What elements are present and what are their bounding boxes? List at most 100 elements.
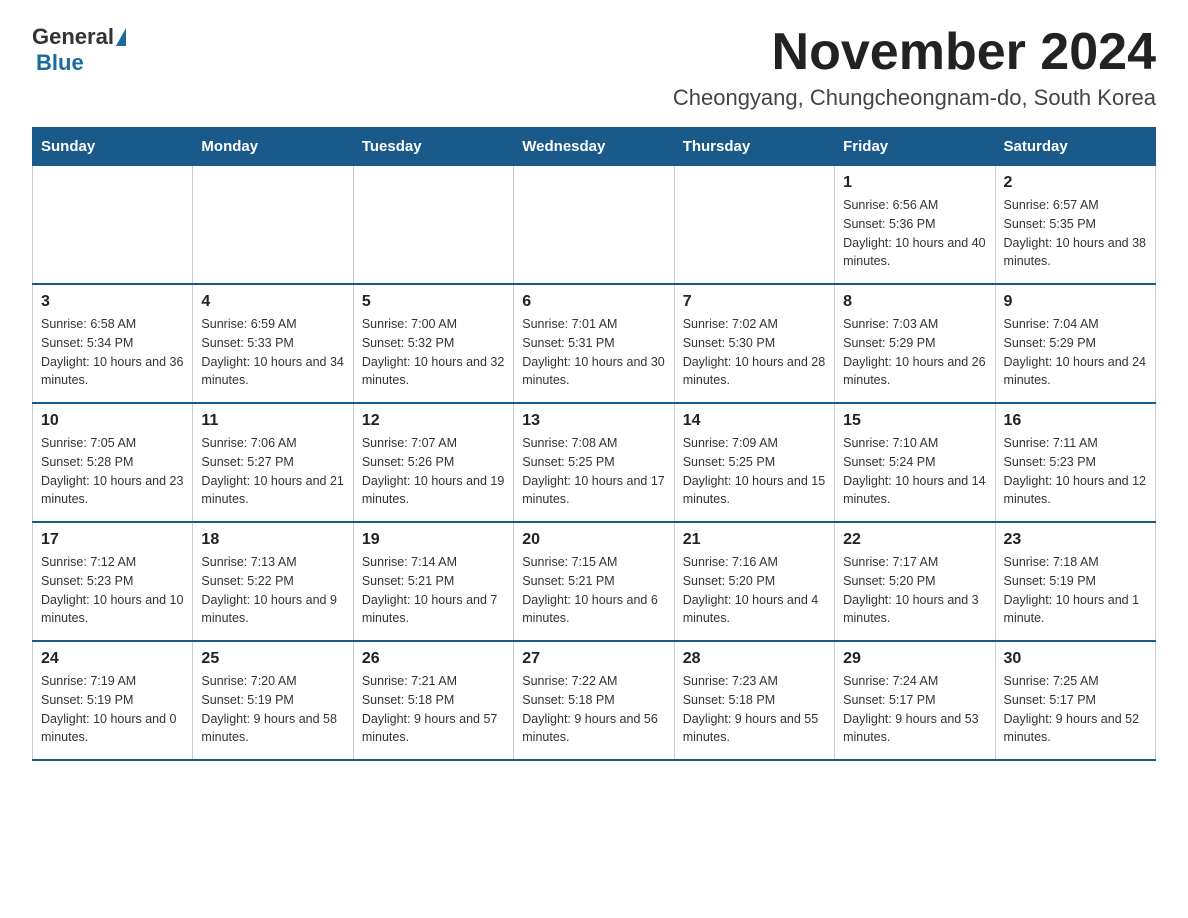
day-number: 20 xyxy=(522,531,665,549)
calendar-cell: 26 Sunrise: 7:21 AM Sunset: 5:18 PM Dayli… xyxy=(353,641,513,760)
day-number: 27 xyxy=(522,650,665,668)
day-info: Sunrise: 7:12 AM Sunset: 5:23 PM Dayligh… xyxy=(41,553,184,628)
day-info: Sunrise: 7:13 AM Sunset: 5:22 PM Dayligh… xyxy=(201,553,344,628)
calendar-cell: 22Sunrise: 7:17 AM Sunset: 5:20 PM Dayli… xyxy=(835,522,995,641)
day-number: 28 xyxy=(683,650,826,668)
day-number: 21 xyxy=(683,531,826,549)
calendar-cell: 24 Sunrise: 7:19 AM Sunset: 5:19 PM Dayli… xyxy=(33,641,193,760)
day-info: Sunrise: 7:19 AM Sunset: 5:19 PM Dayligh… xyxy=(41,672,184,747)
header-thursday: Thursday xyxy=(674,128,834,166)
calendar-cell: 17 Sunrise: 7:12 AM Sunset: 5:23 PM Dayli… xyxy=(33,522,193,641)
day-info: Sunrise: 6:59 AM Sunset: 5:33 PM Dayligh… xyxy=(201,315,344,390)
calendar-cell: 7Sunrise: 7:02 AM Sunset: 5:30 PM Daylig… xyxy=(674,284,834,403)
calendar-header-row: SundayMondayTuesdayWednesdayThursdayFrid… xyxy=(33,128,1156,166)
day-number: 26 xyxy=(362,650,505,668)
day-info: Sunrise: 7:18 AM Sunset: 5:19 PM Dayligh… xyxy=(1004,553,1147,628)
day-number: 3 xyxy=(41,293,184,311)
day-number: 13 xyxy=(522,412,665,430)
calendar-cell: 27 Sunrise: 7:22 AM Sunset: 5:18 PM Dayli… xyxy=(514,641,674,760)
calendar-cell: 10 Sunrise: 7:05 AM Sunset: 5:28 PM Dayli… xyxy=(33,403,193,522)
day-number: 2 xyxy=(1004,174,1147,192)
calendar-cell xyxy=(674,166,834,285)
calendar: SundayMondayTuesdayWednesdayThursdayFrid… xyxy=(32,127,1156,761)
calendar-cell xyxy=(33,166,193,285)
calendar-week-4: 17 Sunrise: 7:12 AM Sunset: 5:23 PM Dayli… xyxy=(33,522,1156,641)
calendar-cell: 23 Sunrise: 7:18 AM Sunset: 5:19 PM Dayli… xyxy=(995,522,1155,641)
calendar-cell: 30 Sunrise: 7:25 AM Sunset: 5:17 PM Dayli… xyxy=(995,641,1155,760)
calendar-cell: 28 Sunrise: 7:23 AM Sunset: 5:18 PM Dayli… xyxy=(674,641,834,760)
calendar-cell: 11 Sunrise: 7:06 AM Sunset: 5:27 PM Dayli… xyxy=(193,403,353,522)
calendar-cell: 21 Sunrise: 7:16 AM Sunset: 5:20 PM Dayli… xyxy=(674,522,834,641)
day-info: Sunrise: 7:23 AM Sunset: 5:18 PM Dayligh… xyxy=(683,672,826,747)
calendar-week-1: 1Sunrise: 6:56 AM Sunset: 5:36 PM Daylig… xyxy=(33,166,1156,285)
calendar-header: SundayMondayTuesdayWednesdayThursdayFrid… xyxy=(33,128,1156,166)
calendar-cell: 1Sunrise: 6:56 AM Sunset: 5:36 PM Daylig… xyxy=(835,166,995,285)
calendar-week-2: 3 Sunrise: 6:58 AM Sunset: 5:34 PM Daylig… xyxy=(33,284,1156,403)
day-number: 30 xyxy=(1004,650,1147,668)
day-number: 15 xyxy=(843,412,986,430)
day-number: 7 xyxy=(683,293,826,311)
day-number: 10 xyxy=(41,412,184,430)
day-info: Sunrise: 7:15 AM Sunset: 5:21 PM Dayligh… xyxy=(522,553,665,628)
day-info: Sunrise: 7:07 AM Sunset: 5:26 PM Dayligh… xyxy=(362,434,505,509)
header-friday: Friday xyxy=(835,128,995,166)
day-number: 1 xyxy=(843,174,986,192)
day-info: Sunrise: 7:14 AM Sunset: 5:21 PM Dayligh… xyxy=(362,553,505,628)
day-number: 6 xyxy=(522,293,665,311)
day-info: Sunrise: 6:57 AM Sunset: 5:35 PM Dayligh… xyxy=(1004,196,1147,271)
day-number: 17 xyxy=(41,531,184,549)
day-number: 25 xyxy=(201,650,344,668)
day-number: 24 xyxy=(41,650,184,668)
calendar-cell: 20 Sunrise: 7:15 AM Sunset: 5:21 PM Dayli… xyxy=(514,522,674,641)
day-number: 23 xyxy=(1004,531,1147,549)
day-info: Sunrise: 7:04 AM Sunset: 5:29 PM Dayligh… xyxy=(1004,315,1147,390)
day-info: Sunrise: 7:22 AM Sunset: 5:18 PM Dayligh… xyxy=(522,672,665,747)
day-info: Sunrise: 7:25 AM Sunset: 5:17 PM Dayligh… xyxy=(1004,672,1147,747)
day-info: Sunrise: 7:11 AM Sunset: 5:23 PM Dayligh… xyxy=(1004,434,1147,509)
header-saturday: Saturday xyxy=(995,128,1155,166)
subtitle: Cheongyang, Chungcheongnam-do, South Kor… xyxy=(673,85,1156,111)
day-number: 22 xyxy=(843,531,986,549)
calendar-cell: 16 Sunrise: 7:11 AM Sunset: 5:23 PM Dayli… xyxy=(995,403,1155,522)
day-info: Sunrise: 7:10 AM Sunset: 5:24 PM Dayligh… xyxy=(843,434,986,509)
day-number: 12 xyxy=(362,412,505,430)
logo-blue-text: Blue xyxy=(36,50,84,75)
day-info: Sunrise: 7:16 AM Sunset: 5:20 PM Dayligh… xyxy=(683,553,826,628)
day-info: Sunrise: 7:03 AM Sunset: 5:29 PM Dayligh… xyxy=(843,315,986,390)
day-info: Sunrise: 7:05 AM Sunset: 5:28 PM Dayligh… xyxy=(41,434,184,509)
header-sunday: Sunday xyxy=(33,128,193,166)
calendar-cell: 18 Sunrise: 7:13 AM Sunset: 5:22 PM Dayli… xyxy=(193,522,353,641)
calendar-cell: 4 Sunrise: 6:59 AM Sunset: 5:33 PM Daylig… xyxy=(193,284,353,403)
day-info: Sunrise: 7:24 AM Sunset: 5:17 PM Dayligh… xyxy=(843,672,986,747)
day-info: Sunrise: 7:06 AM Sunset: 5:27 PM Dayligh… xyxy=(201,434,344,509)
calendar-cell: 29Sunrise: 7:24 AM Sunset: 5:17 PM Dayli… xyxy=(835,641,995,760)
day-number: 8 xyxy=(843,293,986,311)
header-wednesday: Wednesday xyxy=(514,128,674,166)
day-number: 4 xyxy=(201,293,344,311)
calendar-cell: 19 Sunrise: 7:14 AM Sunset: 5:21 PM Dayli… xyxy=(353,522,513,641)
calendar-body: 1Sunrise: 6:56 AM Sunset: 5:36 PM Daylig… xyxy=(33,166,1156,761)
calendar-cell: 9Sunrise: 7:04 AM Sunset: 5:29 PM Daylig… xyxy=(995,284,1155,403)
logo-text: General xyxy=(32,24,128,50)
day-number: 14 xyxy=(683,412,826,430)
day-number: 11 xyxy=(201,412,344,430)
calendar-cell: 12 Sunrise: 7:07 AM Sunset: 5:26 PM Dayli… xyxy=(353,403,513,522)
day-number: 16 xyxy=(1004,412,1147,430)
logo-triangle-icon xyxy=(116,28,126,46)
calendar-cell: 3 Sunrise: 6:58 AM Sunset: 5:34 PM Daylig… xyxy=(33,284,193,403)
calendar-cell: 15 Sunrise: 7:10 AM Sunset: 5:24 PM Dayli… xyxy=(835,403,995,522)
title-area: November 2024 Cheongyang, Chungcheongnam… xyxy=(673,24,1156,111)
calendar-cell xyxy=(353,166,513,285)
day-info: Sunrise: 7:08 AM Sunset: 5:25 PM Dayligh… xyxy=(522,434,665,509)
day-info: Sunrise: 7:00 AM Sunset: 5:32 PM Dayligh… xyxy=(362,315,505,390)
calendar-week-5: 24 Sunrise: 7:19 AM Sunset: 5:19 PM Dayli… xyxy=(33,641,1156,760)
day-number: 18 xyxy=(201,531,344,549)
day-info: Sunrise: 7:21 AM Sunset: 5:18 PM Dayligh… xyxy=(362,672,505,747)
day-number: 19 xyxy=(362,531,505,549)
day-info: Sunrise: 6:58 AM Sunset: 5:34 PM Dayligh… xyxy=(41,315,184,390)
day-info: Sunrise: 7:20 AM Sunset: 5:19 PM Dayligh… xyxy=(201,672,344,747)
logo-general-text: General xyxy=(32,24,114,50)
day-info: Sunrise: 7:09 AM Sunset: 5:25 PM Dayligh… xyxy=(683,434,826,509)
calendar-cell: 5Sunrise: 7:00 AM Sunset: 5:32 PM Daylig… xyxy=(353,284,513,403)
header: General Blue November 2024 Cheongyang, C… xyxy=(32,24,1156,111)
